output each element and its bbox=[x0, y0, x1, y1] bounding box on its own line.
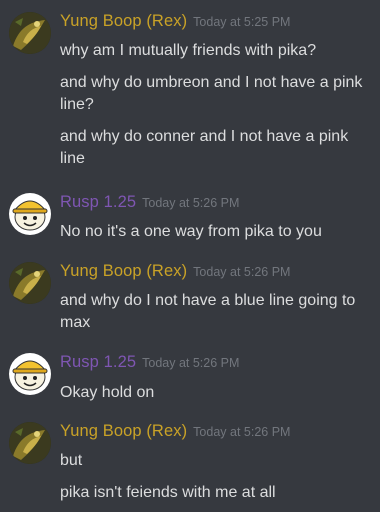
message-list[interactable]: Yung Boop (Rex) Today at 5:25 PM why am … bbox=[0, 0, 380, 512]
username[interactable]: Yung Boop (Rex) bbox=[60, 12, 187, 31]
pokemon-avatar-icon bbox=[9, 262, 51, 304]
timestamp: Today at 5:25 PM bbox=[193, 15, 291, 29]
username[interactable]: Rusp 1.25 bbox=[60, 353, 136, 372]
message-header: Yung Boop (Rex) Today at 5:25 PM bbox=[60, 12, 290, 34]
message-text: but bbox=[60, 452, 83, 469]
timestamp: Today at 5:26 PM bbox=[142, 356, 240, 370]
message-header: Yung Boop (Rex) Today at 5:26 PM bbox=[60, 262, 290, 284]
user-avatar[interactable] bbox=[9, 193, 51, 235]
user-avatar[interactable] bbox=[9, 353, 51, 395]
user-avatar[interactable] bbox=[9, 422, 51, 464]
pokemon-avatar-icon bbox=[9, 12, 51, 54]
message-header: Yung Boop (Rex) Today at 5:26 PM bbox=[60, 422, 290, 444]
yellow-hat-avatar-icon bbox=[9, 193, 51, 235]
message-text: and why do umbreon and I not have a pink… bbox=[60, 74, 363, 113]
yellow-hat-avatar-icon bbox=[9, 353, 51, 395]
user-avatar[interactable] bbox=[9, 12, 51, 54]
username[interactable]: Yung Boop (Rex) bbox=[60, 422, 187, 441]
message-text: and why do conner and I not have a pink … bbox=[60, 128, 349, 167]
message-text: Okay hold on bbox=[60, 384, 155, 401]
pokemon-avatar-icon bbox=[9, 422, 51, 464]
timestamp: Today at 5:26 PM bbox=[142, 196, 240, 210]
timestamp: Today at 5:26 PM bbox=[193, 265, 291, 279]
username[interactable]: Rusp 1.25 bbox=[60, 193, 136, 212]
message-text: and why do I not have a blue line going … bbox=[60, 292, 356, 331]
username[interactable]: Yung Boop (Rex) bbox=[60, 262, 187, 281]
message-header: Rusp 1.25 Today at 5:26 PM bbox=[60, 353, 239, 375]
timestamp: Today at 5:26 PM bbox=[193, 425, 291, 439]
message-text: No no it's a one way from pika to you bbox=[60, 223, 322, 240]
message-text: why am I mutually friends with pika? bbox=[60, 42, 317, 59]
message-text: pika isn't feiends with me at all bbox=[60, 484, 276, 501]
message-header: Rusp 1.25 Today at 5:26 PM bbox=[60, 193, 239, 215]
user-avatar[interactable] bbox=[9, 262, 51, 304]
